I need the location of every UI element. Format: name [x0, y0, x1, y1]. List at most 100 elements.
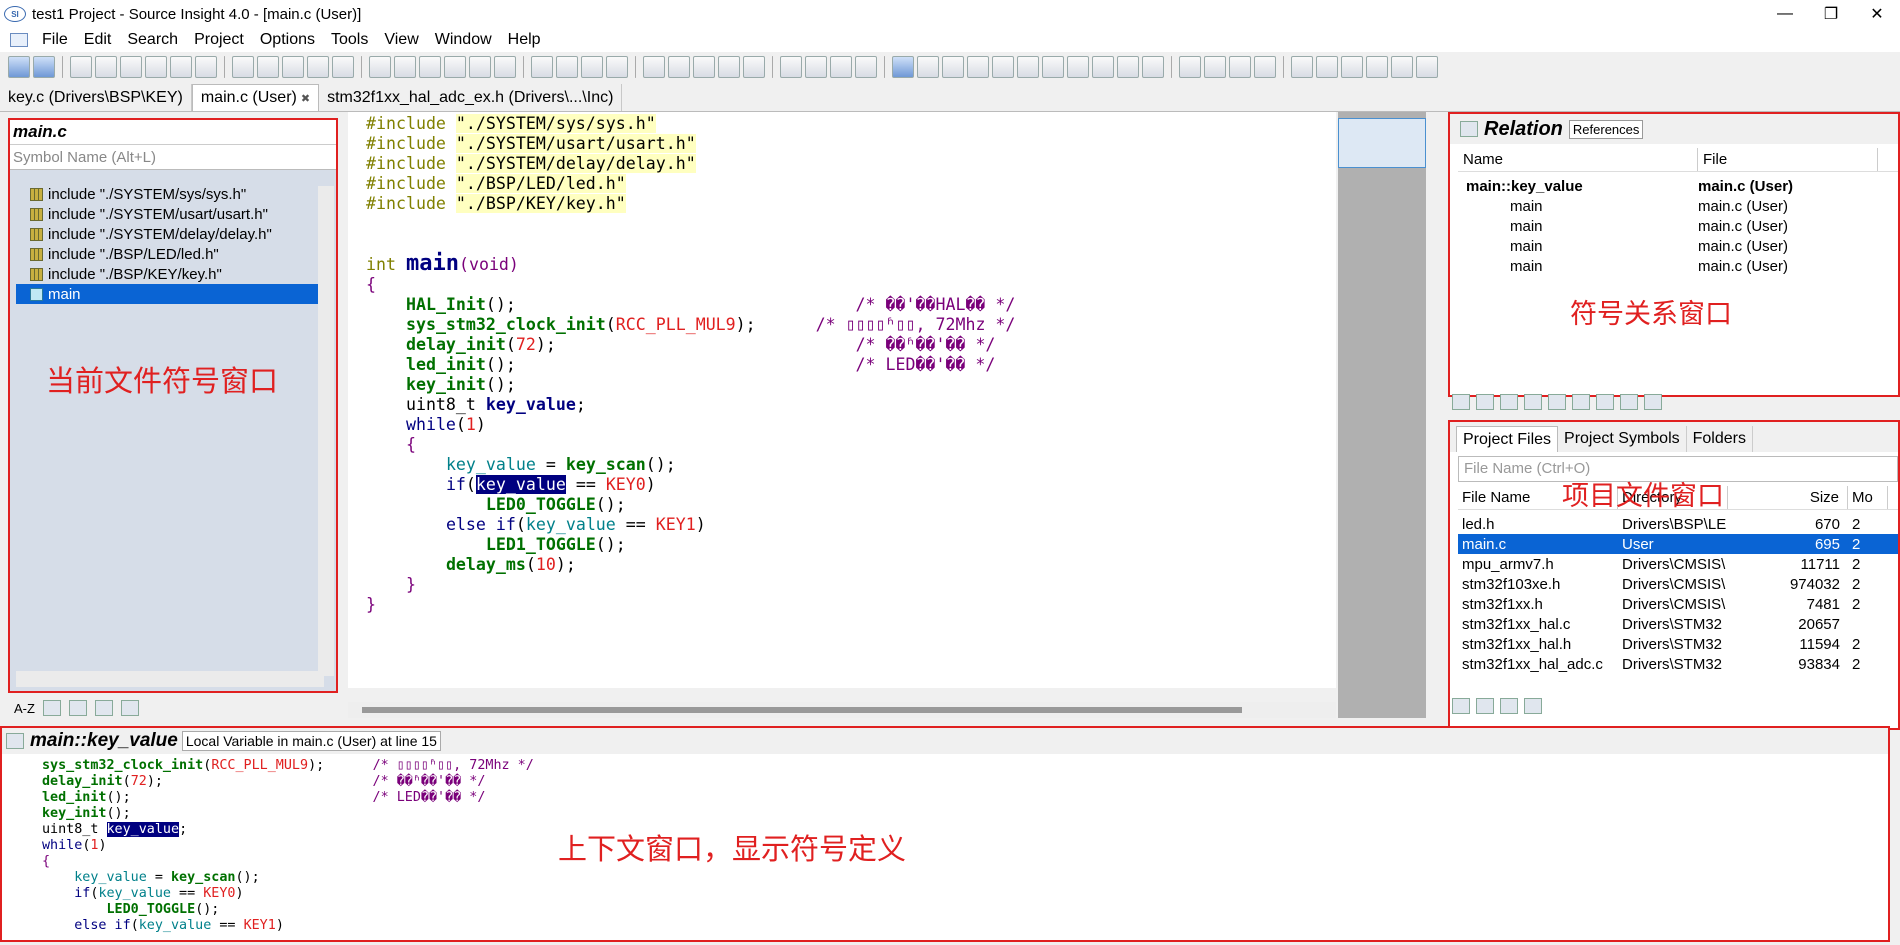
overview-scroller[interactable] — [1338, 112, 1426, 718]
find-icon[interactable] — [369, 56, 391, 78]
close-button[interactable]: ✕ — [1854, 0, 1900, 28]
document-icon[interactable] — [10, 33, 28, 47]
menu-project[interactable]: Project — [186, 31, 252, 49]
save-all-icon[interactable] — [145, 56, 167, 78]
jump-icon[interactable] — [581, 56, 603, 78]
gear-icon[interactable] — [1524, 698, 1542, 714]
window-list-icon[interactable] — [1042, 56, 1064, 78]
panel-splitter[interactable] — [1434, 112, 1448, 718]
tab-project-files[interactable]: Project Files — [1456, 426, 1559, 452]
menu-tools[interactable]: Tools — [323, 31, 376, 49]
browse-icon[interactable] — [917, 56, 939, 78]
font-d-icon[interactable] — [1366, 56, 1388, 78]
bookmark-prev-icon[interactable] — [531, 56, 553, 78]
relation-root-row[interactable]: main::key_value main.c (User) — [1458, 176, 1898, 196]
remove-icon[interactable] — [1229, 56, 1251, 78]
book-icon[interactable] — [693, 56, 715, 78]
sort-az-button[interactable]: A-Z — [14, 701, 35, 716]
project-file-row[interactable]: stm32f1xx_hal.c Drivers\STM32 20657 — [1458, 614, 1898, 634]
delete-icon[interactable] — [1254, 56, 1276, 78]
list-view-icon[interactable] — [42, 700, 61, 716]
project-file-row[interactable]: led.h Drivers\BSP\LE 670 2 — [1458, 514, 1898, 534]
project-file-row[interactable]: stm32f1xx_hal_adc.c Drivers\STM32 93834 2 — [1458, 654, 1898, 674]
project-file-row[interactable]: stm32f103xe.h Drivers\CMSIS\ 974032 2 — [1458, 574, 1898, 594]
cut-icon[interactable] — [232, 56, 254, 78]
code-text[interactable]: #include "./SYSTEM/sys/sys.h" #include "… — [366, 114, 1015, 615]
relation-row[interactable]: main main.c (User) — [1458, 196, 1898, 216]
lock-icon[interactable] — [1524, 394, 1542, 410]
outline-icon[interactable] — [1572, 394, 1590, 410]
tab-key-c[interactable]: key.c (Drivers\BSP\KEY) — [0, 84, 192, 111]
graph-vertical-icon[interactable] — [1620, 394, 1638, 410]
new-file-icon[interactable] — [70, 56, 92, 78]
bookmark-next-icon[interactable] — [556, 56, 578, 78]
back-icon[interactable] — [8, 56, 30, 78]
code-editor[interactable]: #include "./SYSTEM/sys/sys.h" #include "… — [348, 112, 1336, 688]
undo-icon[interactable] — [307, 56, 329, 78]
info-icon[interactable] — [1476, 698, 1494, 714]
folder-open-icon[interactable] — [1391, 56, 1413, 78]
close-file-icon[interactable] — [170, 56, 192, 78]
menu-help[interactable]: Help — [500, 31, 549, 49]
save-icon[interactable] — [120, 56, 142, 78]
menu-search[interactable]: Search — [119, 31, 186, 49]
menu-options[interactable]: Options — [252, 31, 323, 49]
project-file-row[interactable]: stm32f1xx_hal.h Drivers\STM32 11594 2 — [1458, 634, 1898, 654]
menu-file[interactable]: File — [34, 31, 76, 49]
graph-icon[interactable] — [1117, 56, 1139, 78]
refresh-icon[interactable] — [1452, 394, 1470, 410]
copy-icon[interactable] — [1548, 394, 1566, 410]
font-b-icon[interactable] — [1316, 56, 1338, 78]
grid-icon[interactable] — [1142, 56, 1164, 78]
menu-view[interactable]: View — [376, 31, 426, 49]
find-prev-icon[interactable] — [394, 56, 416, 78]
layout4-icon[interactable] — [855, 56, 877, 78]
search-project-icon[interactable] — [494, 56, 516, 78]
options-icon[interactable] — [1416, 56, 1438, 78]
search-files-icon[interactable] — [444, 56, 466, 78]
relation-row[interactable]: main main.c (User) — [1458, 236, 1898, 256]
symbol-search-input[interactable]: Symbol Name (Alt+L) — [10, 144, 336, 170]
folder-icon[interactable] — [992, 56, 1014, 78]
category-icon[interactable] — [68, 700, 87, 716]
tab-stm32f1xx-hal-adc-ex-h[interactable]: stm32f1xx_hal_adc_ex.h (Drivers\...\Inc) — [319, 84, 623, 111]
tree-icon[interactable] — [942, 56, 964, 78]
symbol-item[interactable]: include "./SYSTEM/sys/sys.h" — [16, 184, 324, 204]
close-tab-icon[interactable]: ✖ — [301, 92, 310, 105]
symbol-vertical-scrollbar[interactable] — [318, 186, 334, 676]
graph-horizontal-icon[interactable] — [1596, 394, 1614, 410]
name-column-header[interactable]: Name — [1458, 148, 1698, 171]
new-relation-icon[interactable] — [1476, 394, 1494, 410]
maximize-button[interactable]: ❐ — [1808, 0, 1854, 28]
relation-icon[interactable] — [1500, 394, 1518, 410]
function-icon[interactable] — [718, 56, 740, 78]
print-icon[interactable] — [195, 56, 217, 78]
font-a-icon[interactable] — [1291, 56, 1313, 78]
symbol-item[interactable]: include "./SYSTEM/usart/usart.h" — [16, 204, 324, 224]
collapse-icon[interactable] — [1204, 56, 1226, 78]
copy-icon[interactable] — [257, 56, 279, 78]
open-file-icon[interactable] — [95, 56, 117, 78]
references-tab[interactable]: References — [1568, 119, 1644, 139]
symbol-item[interactable]: include "./SYSTEM/delay/delay.h" — [16, 224, 324, 244]
symbol-item[interactable]: include "./BSP/LED/led.h" — [16, 244, 324, 264]
symbol-info-icon[interactable] — [668, 56, 690, 78]
gear-icon[interactable] — [120, 700, 139, 716]
relation-row[interactable]: main main.c (User) — [1458, 256, 1898, 276]
minimize-button[interactable]: — — [1762, 0, 1808, 28]
find-next-icon[interactable] — [419, 56, 441, 78]
symbol-horizontal-scrollbar[interactable] — [16, 671, 324, 687]
font-c-icon[interactable] — [1341, 56, 1363, 78]
menu-window[interactable]: Window — [427, 31, 500, 49]
clip-icon[interactable] — [1017, 56, 1039, 78]
overview-viewport[interactable] — [1338, 118, 1426, 168]
project-icon[interactable] — [892, 56, 914, 78]
project-file-row[interactable]: stm32f1xx.h Drivers\CMSIS\ 7481 2 — [1458, 594, 1898, 614]
symbol-window-icon[interactable] — [967, 56, 989, 78]
project-file-row-selected[interactable]: main.c User 695 2 — [1458, 534, 1898, 554]
symbol-item[interactable]: include "./BSP/KEY/key.h" — [16, 264, 324, 284]
modified-column-header[interactable]: Mo — [1848, 486, 1888, 509]
menu-edit[interactable]: Edit — [76, 31, 120, 49]
replace-icon[interactable] — [469, 56, 491, 78]
forward-icon[interactable] — [33, 56, 55, 78]
